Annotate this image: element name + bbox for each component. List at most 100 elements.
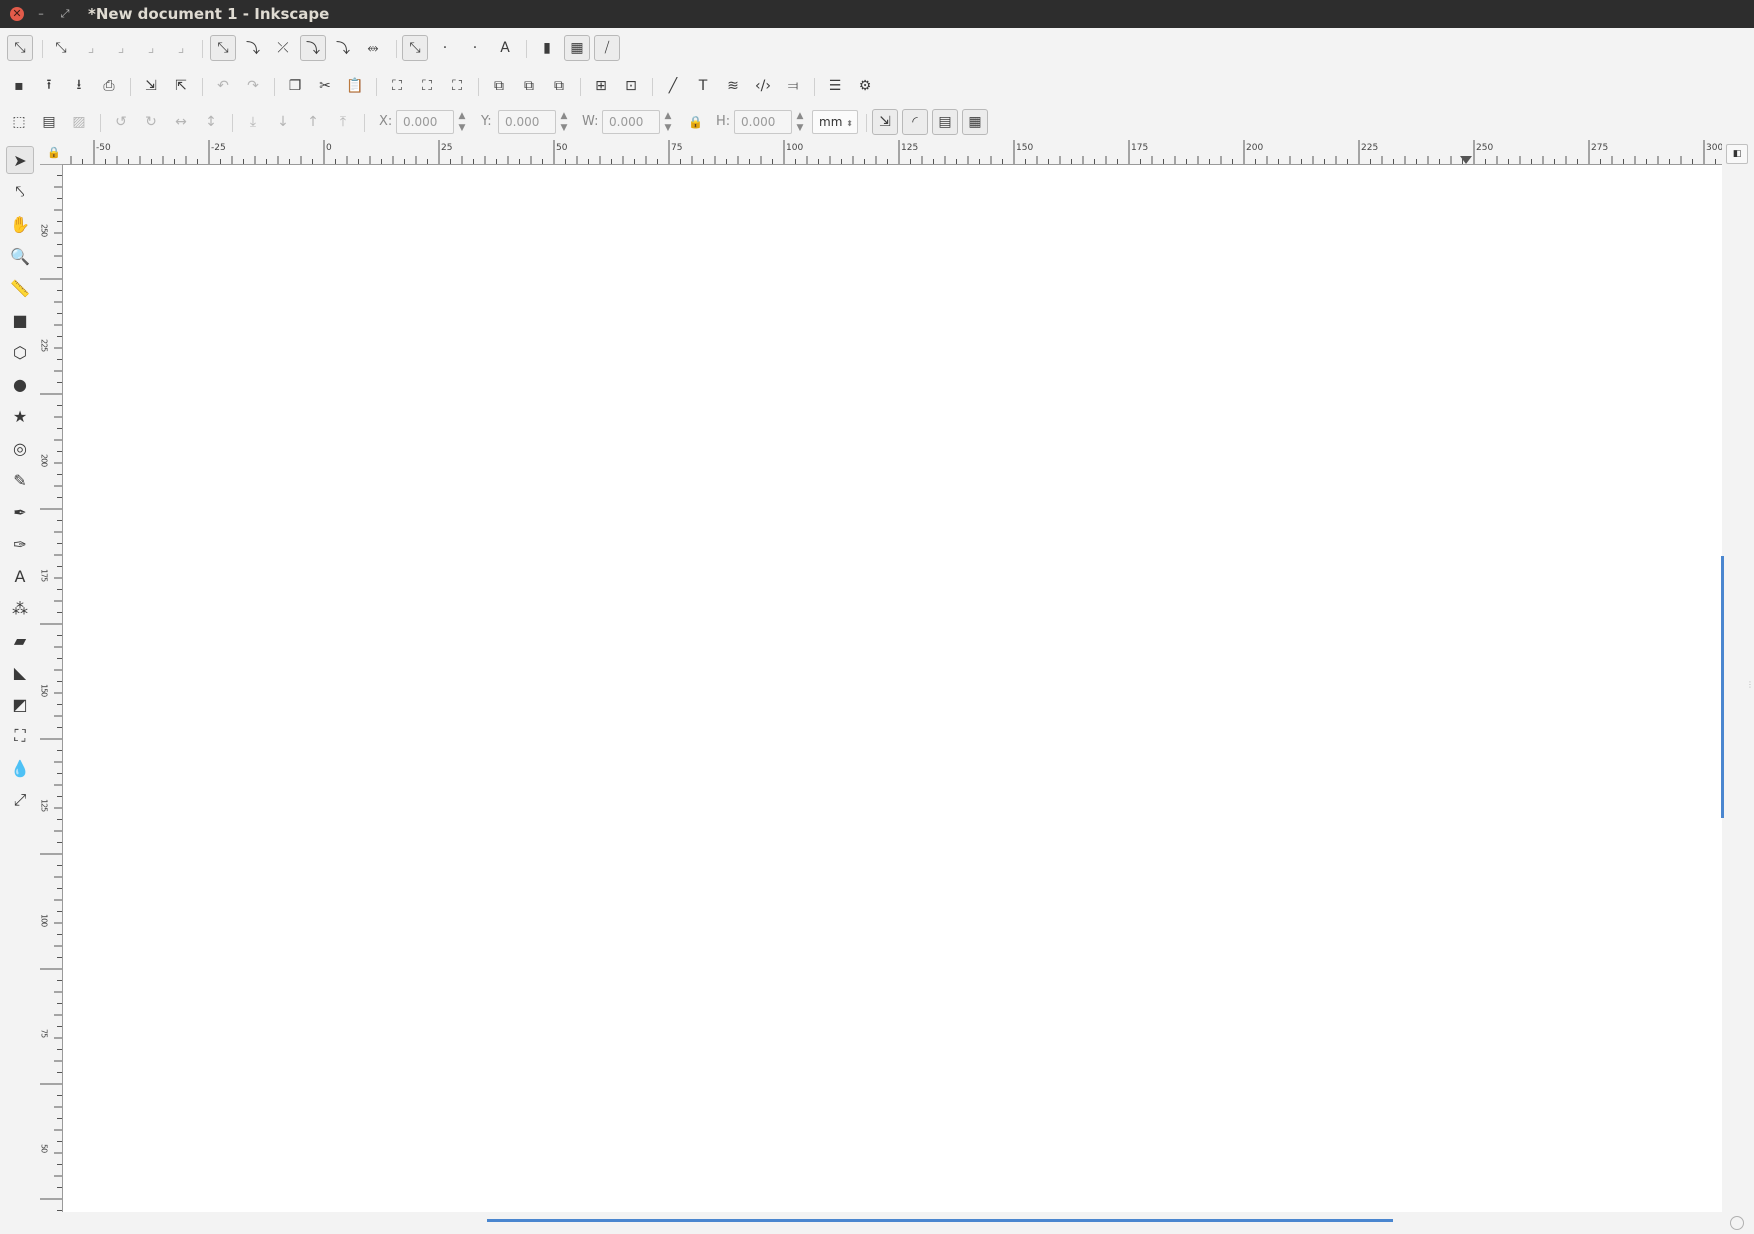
dock-handle-icon[interactable]: ⋮ <box>1746 680 1754 694</box>
snap-nodes-icon[interactable]: ⤡ <box>210 35 236 61</box>
node-tool-icon[interactable]: ⤣ <box>6 178 34 206</box>
lock-ratio-icon[interactable]: 🔒 <box>688 110 703 134</box>
save-icon[interactable]: ⭳ <box>66 73 92 99</box>
drawing-canvas[interactable] <box>63 165 1722 1212</box>
import-icon[interactable]: ⇲ <box>138 73 164 99</box>
x-spin-icon[interactable]: ▲ ▼ <box>456 110 468 134</box>
snap-rotation-centers-icon[interactable]: · <box>462 35 488 61</box>
print-icon[interactable]: ⎙ <box>96 73 122 99</box>
minimize-window-icon[interactable]: – <box>34 7 48 21</box>
height-input[interactable]: 0.000 <box>734 110 792 134</box>
horizontal-scrollbar[interactable] <box>487 1219 1393 1222</box>
flip-vertical-icon[interactable]: ↕ <box>198 109 224 135</box>
resize-grip-icon[interactable] <box>1730 1216 1744 1230</box>
ellipse-tool-icon[interactable]: ● <box>6 370 34 398</box>
layers-icon[interactable]: ≋ <box>720 73 746 99</box>
move-gradients-icon[interactable]: ▤ <box>932 109 958 135</box>
snap-bbox-centers-icon[interactable]: ⌟ <box>168 35 194 61</box>
duplicate-icon[interactable]: ⧉ <box>486 73 512 99</box>
y-input[interactable]: 0.000 <box>498 110 556 134</box>
rotate-cw-icon[interactable]: ↻ <box>138 109 164 135</box>
ungroup-icon[interactable]: ⊡ <box>618 73 644 99</box>
vertical-scrollbar[interactable] <box>1721 556 1724 818</box>
snap-grids-icon[interactable]: ▦ <box>564 35 590 61</box>
pencil-tool-icon[interactable]: ✎ <box>6 466 34 494</box>
unlink-clone-icon[interactable]: ⧉ <box>546 73 572 99</box>
snap-path-intersections-icon[interactable]: ⤫ <box>270 35 296 61</box>
width-input[interactable]: 0.000 <box>602 110 660 134</box>
spray-tool-icon[interactable]: ⁂ <box>6 594 34 622</box>
flip-horizontal-icon[interactable]: ↔ <box>168 109 194 135</box>
align-distribute-icon[interactable]: ⫤ <box>780 73 806 99</box>
snap-others-icon[interactable]: ⤡ <box>402 35 428 61</box>
snap-line-midpoints-icon[interactable]: ⥈ <box>360 35 386 61</box>
pen-tool-icon[interactable]: ✒ <box>6 498 34 526</box>
3d-box-tool-icon[interactable]: ⬡ <box>6 338 34 366</box>
text-tool-icon[interactable]: A <box>6 562 34 590</box>
snap-smooth-nodes-icon[interactable]: ⤵ <box>330 35 356 61</box>
open-icon[interactable]: ⭱ <box>36 73 62 99</box>
snap-bbox-edges-icon[interactable]: ⌟ <box>78 35 104 61</box>
maximize-window-icon[interactable]: ⤢ <box>58 7 72 21</box>
connector-tool-icon[interactable]: ⤢ <box>6 786 34 814</box>
zoom-page-icon[interactable]: ⛶ <box>444 73 470 99</box>
fill-stroke-icon[interactable]: ╱ <box>660 73 686 99</box>
snap-object-centers-icon[interactable]: · <box>432 35 458 61</box>
raise-to-top-icon[interactable]: ⤒ <box>330 109 356 135</box>
vertical-ruler[interactable]: 250 225 200 175 150 125 100 75 50 <box>40 163 63 1212</box>
star-tool-icon[interactable]: ★ <box>6 402 34 430</box>
calligraphy-tool-icon[interactable]: ✑ <box>6 530 34 558</box>
snap-bbox-midpoints-icon[interactable]: ⌟ <box>138 35 164 61</box>
paste-icon[interactable]: 📋 <box>342 73 368 99</box>
deselect-icon[interactable]: ▨ <box>66 109 92 135</box>
zoom-drawing-icon[interactable]: ⛶ <box>414 73 440 99</box>
group-icon[interactable]: ⊞ <box>588 73 614 99</box>
snap-text-baseline-icon[interactable]: A <box>492 35 518 61</box>
height-spin-icon[interactable]: ▲ ▼ <box>794 110 806 134</box>
export-icon[interactable]: ⇱ <box>168 73 194 99</box>
undo-icon[interactable]: ↶ <box>210 73 236 99</box>
selector-tool-icon[interactable]: ➤ <box>6 146 34 174</box>
snap-paths-icon[interactable]: ⤵ <box>240 35 266 61</box>
paint-bucket-tool-icon[interactable]: ◣ <box>6 658 34 686</box>
eraser-tool-icon[interactable]: ▰ <box>6 626 34 654</box>
mesh-tool-icon[interactable]: ⛶ <box>6 722 34 750</box>
lower-to-bottom-icon[interactable]: ⤓ <box>240 109 266 135</box>
snap-toggle-icon[interactable]: ⤡ <box>7 35 33 61</box>
guide-lock-icon[interactable]: 🔒 <box>47 146 61 159</box>
xml-editor-icon[interactable]: ‹/› <box>750 73 776 99</box>
rectangle-tool-icon[interactable]: ■ <box>6 306 34 334</box>
document-properties-icon[interactable]: ☰ <box>822 73 848 99</box>
snap-page-border-icon[interactable]: ▮ <box>534 35 560 61</box>
preferences-icon[interactable]: ⚙ <box>852 73 878 99</box>
horizontal-ruler[interactable]: -50 -25 0 25 50 75 100 125 150 175 200 225 250 275 300 <box>62 140 1723 165</box>
unit-select[interactable]: mm ⬍ <box>812 110 858 134</box>
lower-icon[interactable]: ↓ <box>270 109 296 135</box>
scale-radii-icon[interactable]: ◜ <box>902 109 928 135</box>
zoom-tool-icon[interactable]: 🔍 <box>6 242 34 270</box>
zoom-selection-icon[interactable]: ⛶ <box>384 73 410 99</box>
tweak-tool-icon[interactable]: ✋ <box>6 210 34 238</box>
dropper-tool-icon[interactable]: 💧 <box>6 754 34 782</box>
snap-cusp-nodes-icon[interactable]: ⤵ <box>300 35 326 61</box>
y-spin-icon[interactable]: ▲ ▼ <box>558 110 570 134</box>
select-all-layers-icon[interactable]: ▤ <box>36 109 62 135</box>
spiral-tool-icon[interactable]: ◎ <box>6 434 34 462</box>
toggle-commands-panel-icon[interactable]: ◧ <box>1726 144 1748 164</box>
copy-icon[interactable]: ❐ <box>282 73 308 99</box>
move-patterns-icon[interactable]: ▦ <box>962 109 988 135</box>
rotate-ccw-icon[interactable]: ↺ <box>108 109 134 135</box>
close-window-icon[interactable]: ✕ <box>10 7 24 21</box>
cut-icon[interactable]: ✂ <box>312 73 338 99</box>
clone-icon[interactable]: ⧉ <box>516 73 542 99</box>
snap-bbox-icon[interactable]: ⤡ <box>48 35 74 61</box>
snap-bbox-corners-icon[interactable]: ⌟ <box>108 35 134 61</box>
measure-tool-icon[interactable]: 📏 <box>6 274 34 302</box>
text-font-icon[interactable]: T <box>690 73 716 99</box>
width-spin-icon[interactable]: ▲ ▼ <box>662 110 674 134</box>
x-input[interactable]: 0.000 <box>396 110 454 134</box>
new-document-icon[interactable]: ▪ <box>6 73 32 99</box>
raise-icon[interactable]: ↑ <box>300 109 326 135</box>
select-all-icon[interactable]: ⬚ <box>6 109 32 135</box>
snap-guides-icon[interactable]: ⧸ <box>594 35 620 61</box>
